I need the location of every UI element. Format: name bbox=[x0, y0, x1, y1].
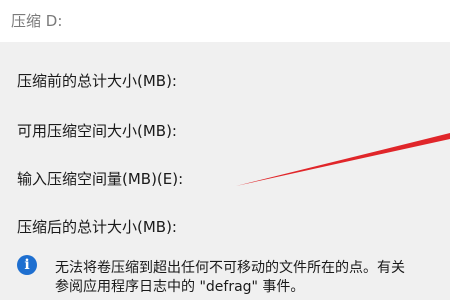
arrow-shaft bbox=[236, 133, 450, 186]
total-size-before-label: 压缩前的总计大小(MB): bbox=[17, 72, 177, 90]
title-bar: 压缩 D: bbox=[0, 0, 450, 42]
info-icon: i bbox=[17, 255, 37, 275]
red-annotation-arrow bbox=[236, 133, 450, 186]
shrink-volume-dialog: 压缩 D: 压缩前的总计大小(MB): 可用压缩空间大小(MB): 输入压缩空间… bbox=[0, 0, 450, 300]
window-title: 压缩 D: bbox=[11, 12, 63, 30]
total-size-after-label: 压缩后的总计大小(MB): bbox=[17, 218, 177, 236]
info-message-line-1: 无法将卷压缩到超出任何不可移动的文件所在的点。有关 bbox=[55, 260, 405, 276]
available-shrink-space-label: 可用压缩空间大小(MB): bbox=[17, 122, 177, 140]
shrink-amount-label: 输入压缩空间量(MB)(E): bbox=[17, 170, 184, 188]
info-message-line-2: 参阅应用程序日志中的 "defrag" 事件。 bbox=[55, 279, 305, 295]
